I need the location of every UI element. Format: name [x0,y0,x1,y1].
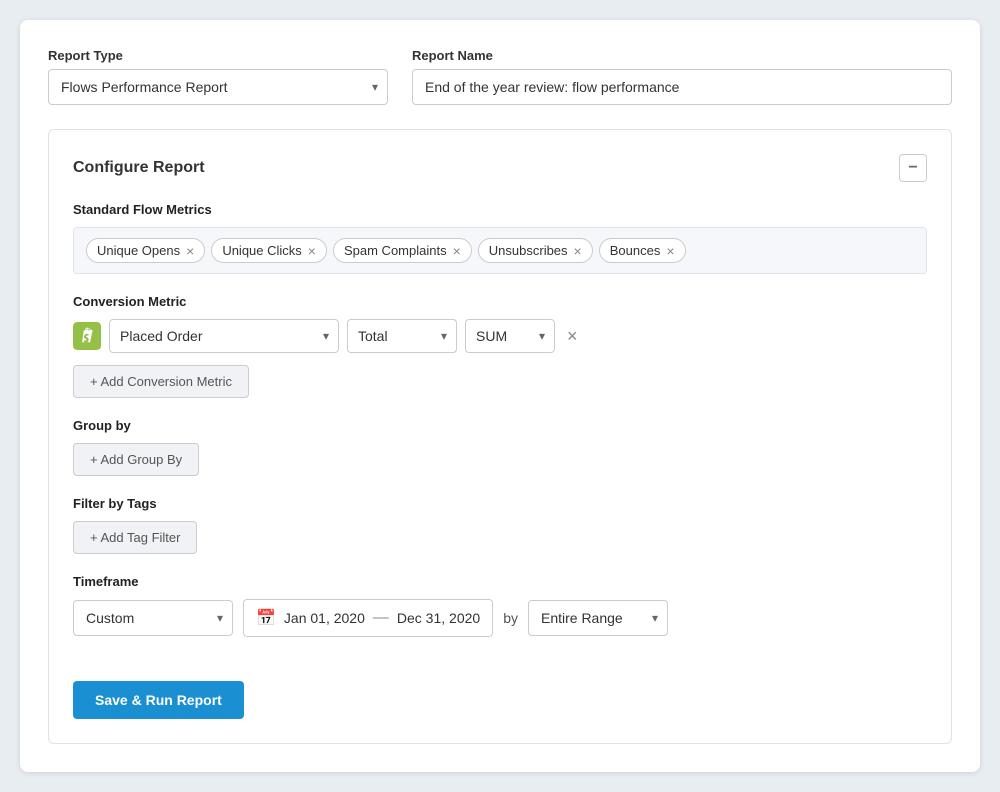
timeframe-label: Timeframe [73,574,927,589]
entire-range-select-wrapper: Entire Range ▾ [528,600,668,636]
calendar-icon: 📅 [256,608,276,628]
configure-header: Configure Report − [73,154,927,182]
group-by-label: Group by [73,418,927,433]
date-end: Dec 31, 2020 [397,610,480,626]
entire-range-select[interactable]: Entire Range [528,600,668,636]
report-type-select-wrapper: Flows Performance Report ▾ [48,69,388,105]
add-conversion-button[interactable]: + Add Conversion Metric [73,365,249,398]
metrics-tags-container: Unique Opens × Unique Clicks × Spam Comp… [73,227,927,274]
tag-unique-clicks-label: Unique Clicks [222,243,301,258]
sum-select[interactable]: SUM [465,319,555,353]
report-type-group: Report Type Flows Performance Report ▾ [48,48,388,105]
tag-unsubscribes: Unsubscribes × [478,238,593,263]
tag-bounces-remove[interactable]: × [666,244,674,258]
tag-unique-opens: Unique Opens × [86,238,205,263]
add-tag-filter-label: + Add Tag Filter [90,530,180,545]
conversion-metric-section: Conversion Metric Placed Order ▾ Total [73,294,927,398]
standard-metrics-label: Standard Flow Metrics [73,202,927,217]
by-label: by [503,610,518,626]
tag-spam-complaints-remove[interactable]: × [453,244,461,258]
tag-bounces: Bounces × [599,238,686,263]
total-select-wrapper: Total ▾ [347,319,457,353]
placed-order-select-wrapper: Placed Order ▾ [109,319,339,353]
tag-unique-clicks-remove[interactable]: × [308,244,316,258]
sum-select-wrapper: SUM ▾ [465,319,555,353]
add-conversion-label: + Add Conversion Metric [90,374,232,389]
date-start: Jan 01, 2020 [284,610,365,626]
tag-unique-clicks: Unique Clicks × [211,238,327,263]
timeframe-select[interactable]: Custom [73,600,233,636]
report-type-select[interactable]: Flows Performance Report [48,69,388,105]
top-row: Report Type Flows Performance Report ▾ R… [48,48,952,105]
tag-bounces-label: Bounces [610,243,661,258]
report-type-label: Report Type [48,48,388,63]
save-run-label: Save & Run Report [95,692,222,708]
tag-spam-complaints: Spam Complaints × [333,238,472,263]
report-name-group: Report Name [412,48,952,105]
report-name-input[interactable] [412,69,952,105]
tag-unique-opens-label: Unique Opens [97,243,180,258]
placed-order-select[interactable]: Placed Order [109,319,339,353]
add-group-by-button[interactable]: + Add Group By [73,443,199,476]
tag-unsubscribes-label: Unsubscribes [489,243,568,258]
add-group-by-label: + Add Group By [90,452,182,467]
add-tag-filter-button[interactable]: + Add Tag Filter [73,521,197,554]
conversion-row: Placed Order ▾ Total ▾ SUM ▾ × [73,319,927,353]
date-separator: — [373,609,389,627]
timeframe-row: Custom ▾ 📅 Jan 01, 2020 — Dec 31, 2020 b… [73,599,927,637]
filter-by-tags-section: Filter by Tags + Add Tag Filter [73,496,927,554]
collapse-icon: − [908,159,917,177]
main-card: Report Type Flows Performance Report ▾ R… [20,20,980,772]
save-run-button[interactable]: Save & Run Report [73,681,244,719]
tag-unsubscribes-remove[interactable]: × [574,244,582,258]
date-range-box[interactable]: 📅 Jan 01, 2020 — Dec 31, 2020 [243,599,493,637]
group-by-section: Group by + Add Group By [73,418,927,476]
total-select[interactable]: Total [347,319,457,353]
conversion-remove-button[interactable]: × [563,326,582,347]
filter-by-tags-label: Filter by Tags [73,496,927,511]
conversion-metric-label: Conversion Metric [73,294,927,309]
collapse-button[interactable]: − [899,154,927,182]
timeframe-section: Timeframe Custom ▾ 📅 Jan 01, 2020 — Dec … [73,574,927,637]
configure-title: Configure Report [73,159,205,177]
standard-metrics-section: Standard Flow Metrics Unique Opens × Uni… [73,202,927,274]
report-name-label: Report Name [412,48,952,63]
tag-spam-complaints-label: Spam Complaints [344,243,447,258]
timeframe-select-wrapper: Custom ▾ [73,600,233,636]
shopify-icon [73,322,101,350]
configure-card: Configure Report − Standard Flow Metrics… [48,129,952,744]
tag-unique-opens-remove[interactable]: × [186,244,194,258]
